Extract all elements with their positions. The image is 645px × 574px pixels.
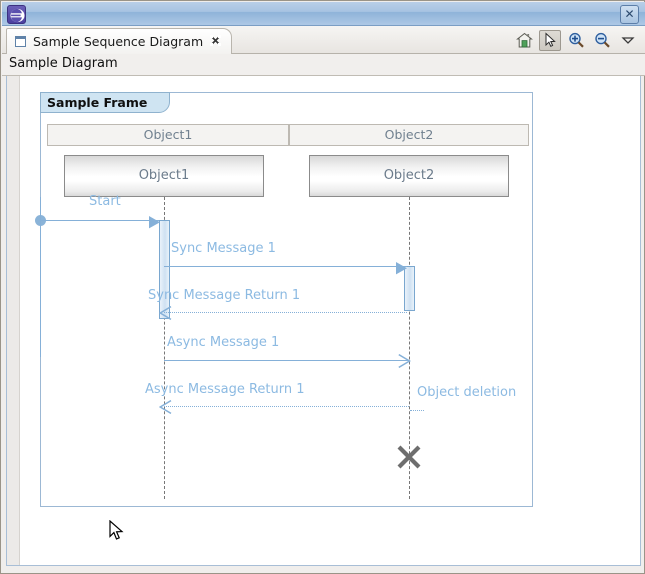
diagram-canvas[interactable]: Sample Frame Object1 Object2 Object1 Obj…: [21, 76, 640, 565]
annotation-stub-object-deletion: [410, 410, 424, 411]
diagram-file-icon: [15, 36, 26, 47]
message-label-async-message-1: Async Message 1: [167, 335, 279, 350]
window-titlebar: ✕: [2, 2, 645, 26]
zoom-in-icon[interactable]: [565, 30, 587, 51]
frame-label: Sample Frame: [40, 92, 170, 113]
page-title: Sample Diagram: [2, 54, 645, 76]
message-line-start[interactable]: [41, 220, 159, 221]
object-destruction-marker[interactable]: [396, 444, 422, 470]
message-label-sync-message-1: Sync Message 1: [171, 241, 276, 256]
found-message-origin-line: [40, 197, 41, 357]
message-arrowhead-async-message-1: [398, 353, 411, 372]
message-arrowhead-sync-message-1: [396, 260, 408, 279]
message-line-async-message-1[interactable]: [164, 360, 409, 361]
message-line-sync-message-1[interactable]: [164, 266, 407, 267]
mouse-pointer-icon: [109, 520, 125, 546]
home-icon[interactable]: [513, 30, 535, 51]
lifeline-box-object1[interactable]: Object1: [64, 155, 264, 197]
application-window: ✕ Sample Sequence Diagram: [0, 0, 645, 574]
select-arrow-icon[interactable]: [539, 30, 561, 51]
editor-canvas-area: Sample Frame Object1 Object2 Object1 Obj…: [6, 76, 641, 566]
message-arrowhead-start: [149, 214, 161, 233]
tab-label: Sample Sequence Diagram: [33, 34, 203, 49]
window-close-button[interactable]: ✕: [620, 5, 639, 24]
message-label-async-message-return-1: Async Message Return 1: [145, 382, 305, 397]
lifeline-box-object2[interactable]: Object2: [309, 155, 509, 197]
message-label-start: Start: [89, 194, 121, 209]
tab-sample-sequence-diagram[interactable]: Sample Sequence Diagram: [6, 28, 232, 54]
zoom-out-icon[interactable]: [591, 30, 613, 51]
column-header-object1[interactable]: Object1: [47, 124, 289, 146]
column-header-object2[interactable]: Object2: [289, 124, 529, 146]
tab-close-icon[interactable]: [210, 35, 221, 48]
canvas-gutter: [7, 76, 20, 565]
chevron-down-icon[interactable]: [617, 30, 639, 51]
message-arrowhead-sync-message-return-1: [159, 305, 172, 324]
message-line-async-message-return-1[interactable]: [164, 406, 409, 407]
sequence-frame[interactable]: Sample Frame Object1 Object2 Object1 Obj…: [40, 92, 533, 507]
editor-toolbar: [513, 29, 639, 51]
message-line-sync-message-return-1[interactable]: [164, 312, 407, 313]
message-arrowhead-async-message-return-1: [159, 399, 172, 418]
message-label-sync-message-return-1: Sync Message Return 1: [148, 288, 300, 303]
eclipse-logo-icon: [7, 5, 26, 24]
annotation-label-object-deletion: Object deletion: [417, 385, 516, 400]
editor-tabstrip: Sample Sequence Diagram: [2, 26, 645, 54]
